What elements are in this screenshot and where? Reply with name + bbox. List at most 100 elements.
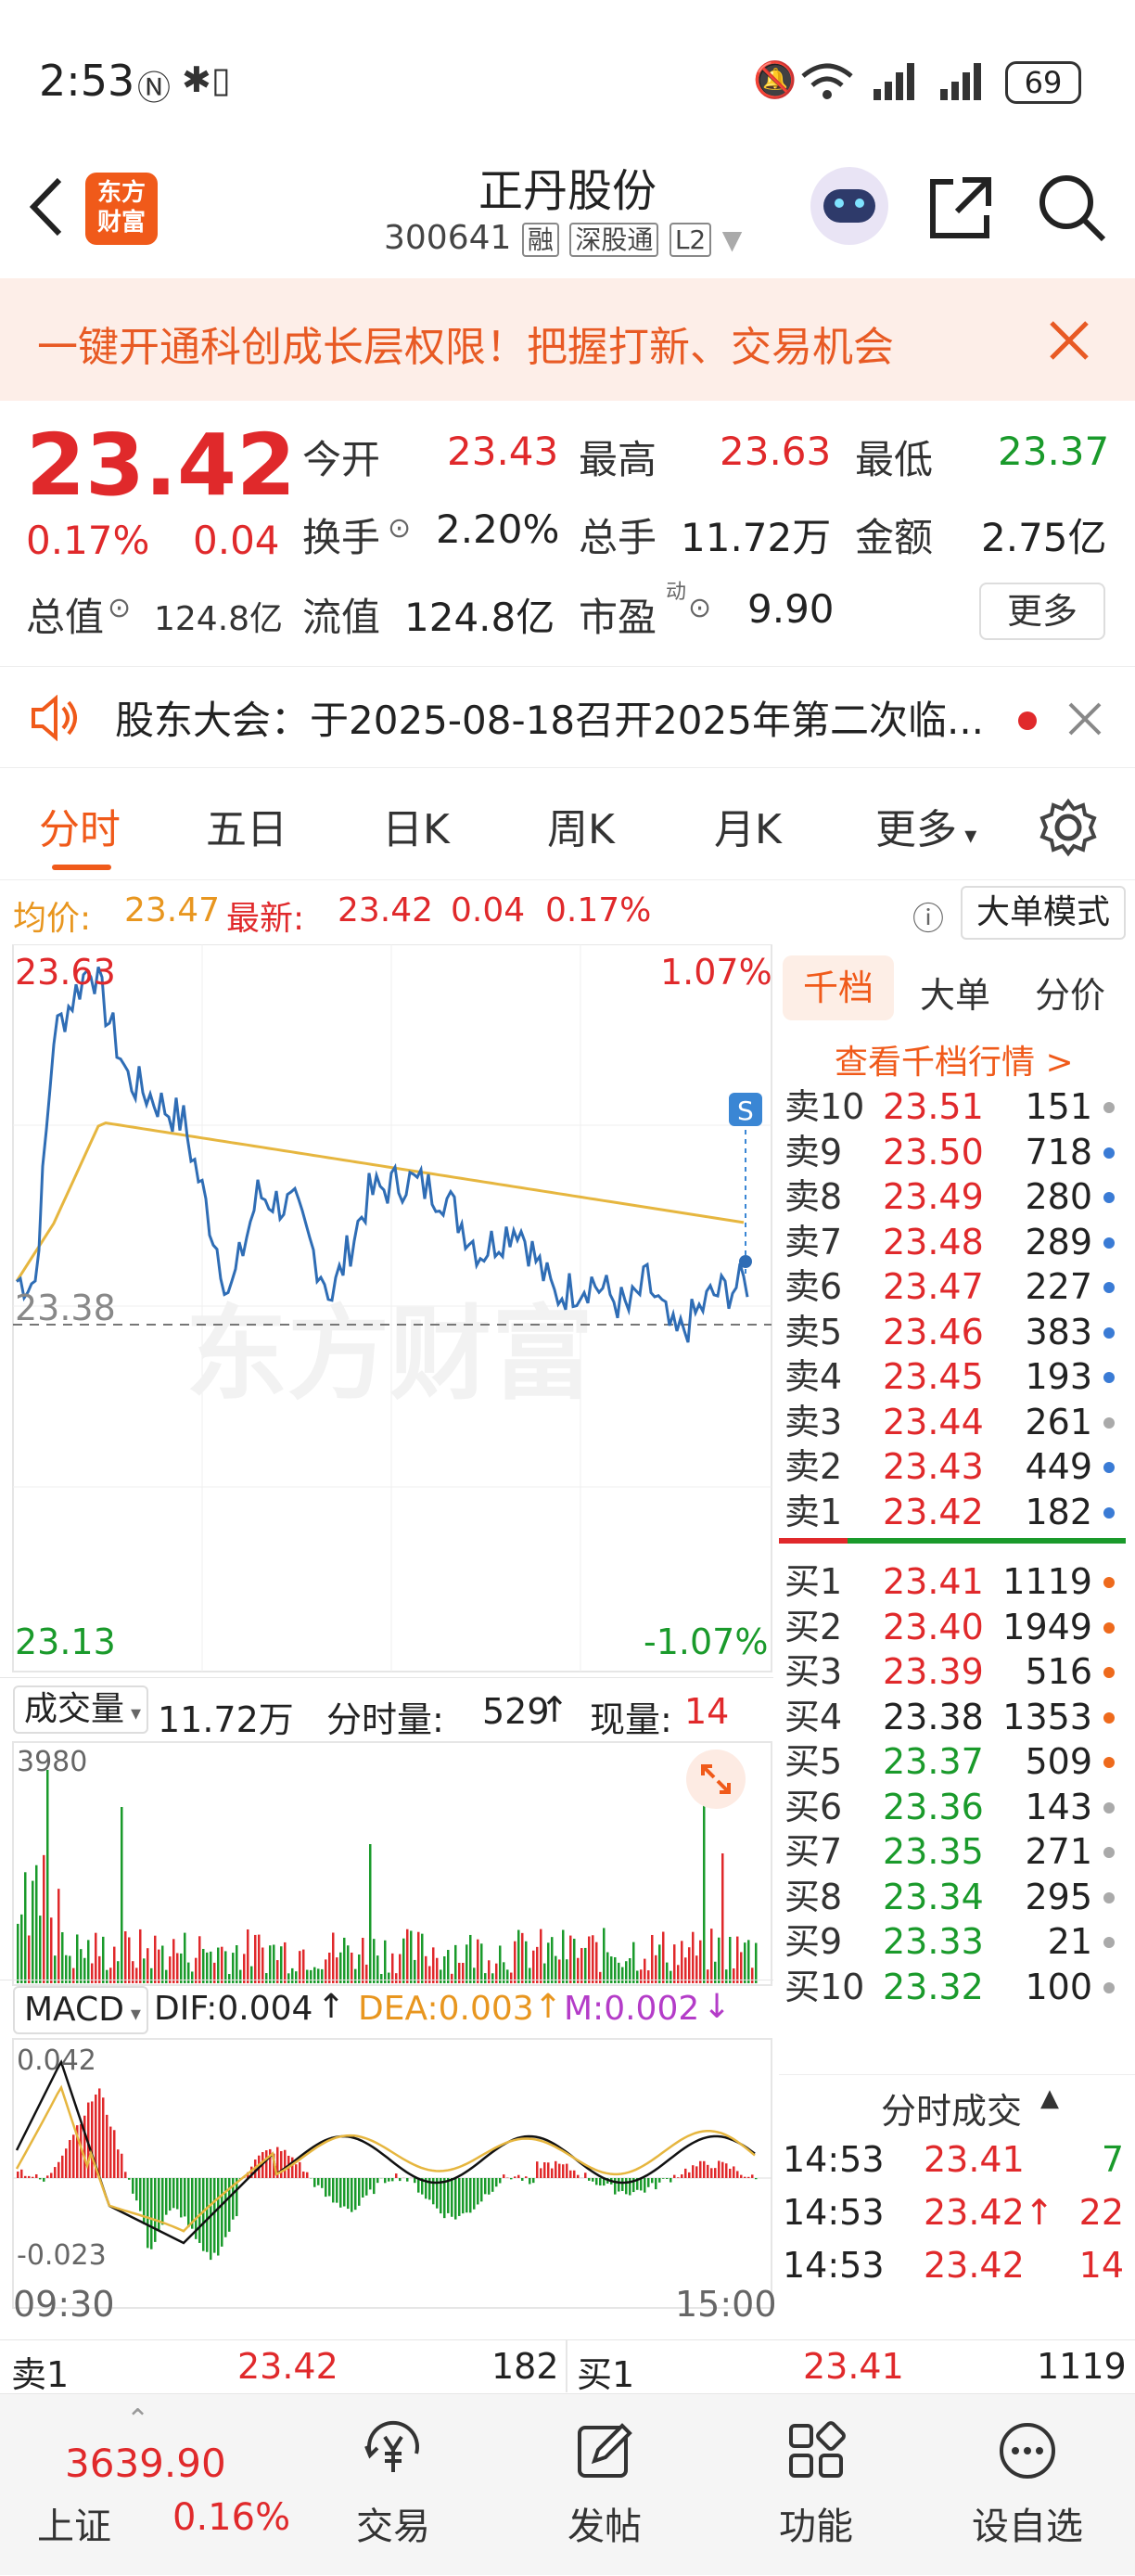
indicator-select-volume[interactable]: 成交量 ▾: [13, 1685, 148, 1734]
macd-bar: [655, 2178, 657, 2189]
tab-5day[interactable]: 五日: [206, 796, 287, 855]
app-logo[interactable]: 东方 财富: [85, 173, 158, 245]
price-axis-top: 23.63: [15, 952, 116, 993]
notice-bar[interactable]: 股东大会：于2025-08-18召开2025年第二次临...: [0, 666, 1135, 768]
macd-bar: [362, 2178, 364, 2198]
volume-bar: [343, 1938, 346, 1983]
ask-row[interactable]: 卖723.48289: [779, 1217, 1124, 1267]
robot-assistant-icon[interactable]: [810, 167, 888, 245]
bottom-nav: ⌃ 3639.90 上证 0.16% 交易 发帖 功能 设自选: [0, 2393, 1135, 2575]
bid-row[interactable]: 买223.401949: [779, 1602, 1124, 1652]
level-label: 买6: [784, 1782, 842, 1832]
index-ticker[interactable]: ⌃ 3639.90 上证 0.16%: [0, 2394, 306, 2576]
search-icon[interactable]: [1035, 171, 1109, 245]
volume-bars: [17, 1761, 758, 1983]
ask-row[interactable]: 卖123.42182: [779, 1487, 1124, 1537]
macd-bar: [325, 2178, 327, 2197]
trades-header[interactable]: 分时成交 ▲: [779, 2074, 1135, 2130]
divider: [566, 2340, 568, 2392]
bid-row[interactable]: 买823.34295: [779, 1872, 1124, 1922]
macd-bar: [384, 2178, 387, 2183]
ask-row[interactable]: 卖423.45193: [779, 1352, 1124, 1402]
turnover-label: 换手: [302, 506, 380, 563]
level-dot: [1103, 1712, 1115, 1724]
volume-bar: [588, 1937, 591, 1983]
ask-row[interactable]: 卖1023.51151: [779, 1082, 1124, 1132]
volume-bar: [681, 1941, 683, 1983]
level-dot: [1103, 1147, 1115, 1159]
ask-row[interactable]: 卖223.43449: [779, 1442, 1124, 1492]
bid-row[interactable]: 买523.37509: [779, 1737, 1124, 1787]
macd-bar: [121, 2154, 123, 2178]
volume-bar: [580, 1948, 583, 1983]
level-label: 卖9: [784, 1127, 842, 1177]
volume-bar: [20, 1915, 23, 1983]
high-value: 23.63: [720, 429, 831, 474]
level-label: 买7: [784, 1826, 842, 1877]
volume-bar: [139, 1929, 142, 1983]
latest-label: 最新:: [226, 891, 304, 940]
tab-price-distribution[interactable]: 分价: [1035, 967, 1105, 1018]
tab-more[interactable]: 更多 ▾: [875, 796, 976, 855]
ask-row[interactable]: 卖623.47227: [779, 1262, 1124, 1312]
info-icon[interactable]: ⊙: [108, 592, 131, 624]
macd-bar: [169, 2178, 172, 2211]
close-icon[interactable]: [1066, 700, 1103, 737]
macd-bar: [458, 2178, 461, 2216]
latest-pct: 0.17%: [545, 891, 651, 929]
level-price: 23.34: [883, 1872, 984, 1922]
ask-row[interactable]: 卖323.44261: [779, 1397, 1124, 1447]
more-button[interactable]: 更多: [979, 583, 1105, 640]
volume-bar: [699, 1941, 702, 1983]
bid-row[interactable]: 买623.36143: [779, 1782, 1124, 1832]
bid-row[interactable]: 买123.411119: [779, 1557, 1124, 1607]
help-icon[interactable]: ⓘ: [912, 893, 944, 939]
macd-header: MACD ▾ DIF:0.004 ↑ DEA:0.003 ↑ M:0.002 ↓: [0, 1980, 773, 2039]
info-icon[interactable]: ⊙: [388, 512, 411, 545]
indicator-select-macd[interactable]: MACD ▾: [13, 1986, 148, 2034]
back-arrow-icon[interactable]: [26, 174, 67, 239]
stock-code-row[interactable]: 300641 融 深股通 L2 ▼: [384, 219, 742, 257]
macd-bar: [354, 2178, 357, 2210]
macd-bar: [280, 2151, 283, 2178]
volume-bar: [465, 1944, 468, 1983]
promo-banner[interactable]: 一键开通科创成长层权限！把握打新、交易机会: [0, 278, 1135, 401]
bid-row[interactable]: 买723.35271: [779, 1826, 1124, 1877]
info-icon[interactable]: ⊙: [688, 592, 711, 624]
share-icon[interactable]: [925, 173, 996, 243]
ask-row[interactable]: 卖523.46383: [779, 1307, 1124, 1357]
macd-bar: [699, 2161, 702, 2178]
level-volume: 182: [1025, 1487, 1092, 1537]
tab-daily-k[interactable]: 日K: [382, 796, 450, 855]
tab-big-orders[interactable]: 大单: [920, 967, 990, 1018]
tab-monthly-k[interactable]: 月K: [714, 796, 782, 855]
avg-value: 23.47: [124, 891, 220, 929]
level-dot: [1103, 1667, 1115, 1678]
volume-bar: [718, 1938, 721, 1983]
chart-tabs: 分时 五日 日K 周K 月K 更多 ▾: [0, 768, 1135, 879]
tab-thousand-levels[interactable]: 千档: [783, 955, 894, 1020]
big-order-mode-button[interactable]: 大单模式: [961, 886, 1126, 940]
volume-bar: [102, 1937, 105, 1983]
macd-bar: [202, 2178, 205, 2251]
volume-bar: [61, 1932, 64, 1983]
bid-row[interactable]: 买1023.32100: [779, 1962, 1124, 2012]
volume-bar: [161, 1945, 164, 1983]
tab-intraday[interactable]: 分时: [39, 796, 121, 855]
close-icon[interactable]: [1046, 317, 1092, 364]
macd-panel-frame: [13, 2039, 772, 2308]
expand-button[interactable]: [686, 1749, 746, 1809]
level-volume: 295: [1025, 1872, 1092, 1922]
ask-row[interactable]: 卖823.49280: [779, 1172, 1124, 1222]
macd-bar: [465, 2178, 468, 2212]
bid-row[interactable]: 买423.381353: [779, 1692, 1124, 1742]
macd-bar: [113, 2130, 116, 2178]
ask-row[interactable]: 卖923.50718: [779, 1127, 1124, 1177]
macd-bar: [618, 2178, 620, 2192]
settings-gear-icon[interactable]: [1039, 798, 1098, 857]
bid-row[interactable]: 买923.3321: [779, 1916, 1124, 1967]
bid-row[interactable]: 买323.39516: [779, 1647, 1124, 1697]
view-levels-link[interactable]: 查看千档行情 >: [835, 1035, 1074, 1083]
volume-bar: [154, 1936, 157, 1983]
tab-weekly-k[interactable]: 周K: [547, 796, 615, 855]
